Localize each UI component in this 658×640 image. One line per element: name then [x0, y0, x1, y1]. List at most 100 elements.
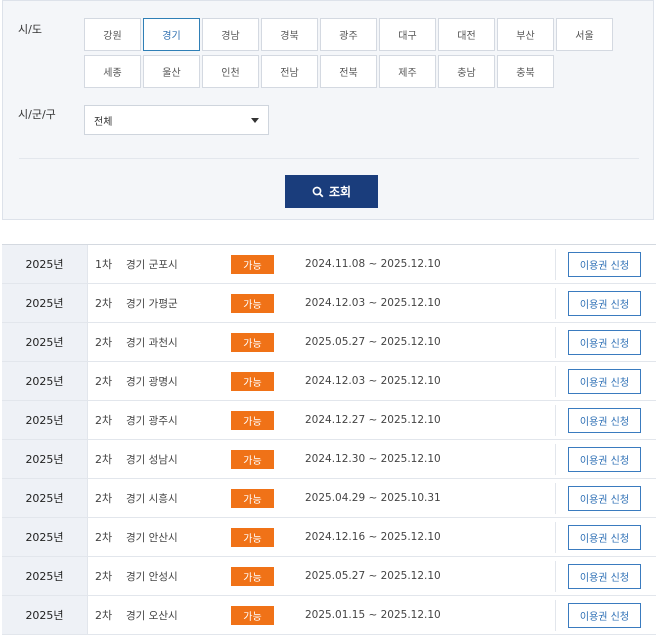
filter-panel: 시/도 강원 경기 경남 경북 광주 대구 대전 부산 서울 세종 울산 인천 전남 전북 제주 충남 충북 시… — [2, 0, 654, 220]
region-cell: 경기 시흥시 — [126, 492, 178, 505]
year-cell: 2025년 — [2, 479, 88, 517]
table-row: 2025년 2차 경기 광주시 가능 2024.12.27 ~ 2025.12.10 이용… — [2, 401, 656, 440]
round-cell: 2차 — [95, 609, 113, 622]
province-button[interactable]: 강원 — [84, 18, 141, 51]
year-cell: 2025년 — [2, 557, 88, 595]
status-badge: 가능 — [231, 528, 274, 547]
round-cell: 1차 — [95, 258, 113, 271]
table-row: 2025년 2차 경기 가평군 가능 2024.12.03 ~ 2025.12.10 이용… — [2, 284, 656, 323]
status-badge: 가능 — [231, 255, 274, 274]
column-divider — [555, 405, 556, 436]
chevron-down-icon — [251, 118, 259, 123]
divider — [19, 158, 639, 159]
status-badge: 가능 — [231, 567, 274, 586]
column-divider — [555, 444, 556, 475]
year-cell: 2025년 — [2, 245, 88, 283]
round-cell: 2차 — [95, 531, 113, 544]
apply-voucher-button[interactable]: 이용권 신청 — [568, 252, 641, 277]
province-button[interactable]: 대전 — [438, 18, 495, 51]
column-divider — [555, 561, 556, 592]
province-button[interactable]: 전남 — [261, 55, 318, 88]
year-cell: 2025년 — [2, 518, 88, 556]
column-divider — [555, 249, 556, 280]
region-cell: 경기 광주시 — [126, 414, 178, 427]
province-button[interactable]: 충남 — [438, 55, 495, 88]
year-cell: 2025년 — [2, 362, 88, 400]
period-cell: 2024.11.08 ~ 2025.12.10 — [305, 258, 441, 270]
column-divider — [555, 288, 556, 319]
province-button[interactable]: 경남 — [202, 18, 259, 51]
round-cell: 2차 — [95, 336, 113, 349]
province-button[interactable]: 경북 — [261, 18, 318, 51]
table-row: 2025년 2차 경기 과천시 가능 2025.05.27 ~ 2025.12.10 이용… — [2, 323, 656, 362]
apply-voucher-button[interactable]: 이용권 신청 — [568, 525, 641, 550]
region-cell: 경기 안산시 — [126, 531, 178, 544]
year-cell: 2025년 — [2, 323, 88, 361]
apply-voucher-button[interactable]: 이용권 신청 — [568, 291, 641, 316]
province-button[interactable]: 인천 — [202, 55, 259, 88]
status-badge: 가능 — [231, 333, 274, 352]
period-cell: 2025.01.15 ~ 2025.12.10 — [305, 609, 441, 621]
district-select[interactable]: 전체 — [84, 105, 269, 135]
province-button[interactable]: 부산 — [497, 18, 554, 51]
region-cell: 경기 오산시 — [126, 609, 178, 622]
period-cell: 2024.12.03 ~ 2025.12.10 — [305, 297, 441, 309]
search-icon — [312, 186, 324, 197]
column-divider — [555, 366, 556, 397]
region-cell: 경기 안성시 — [126, 570, 178, 583]
apply-voucher-button[interactable]: 이용권 신청 — [568, 330, 641, 355]
province-row: 강원 경기 경남 경북 광주 대구 대전 부산 서울 — [84, 18, 620, 53]
district-label: 시/군/구 — [18, 108, 56, 121]
region-cell: 경기 광명시 — [126, 375, 178, 388]
apply-voucher-button[interactable]: 이용권 신청 — [568, 447, 641, 472]
apply-voucher-button[interactable]: 이용권 신청 — [568, 564, 641, 589]
year-cell: 2025년 — [2, 440, 88, 478]
region-cell: 경기 가평군 — [126, 297, 178, 310]
province-button[interactable]: 울산 — [143, 55, 200, 88]
province-button[interactable]: 세종 — [84, 55, 141, 88]
apply-voucher-button[interactable]: 이용권 신청 — [568, 603, 641, 628]
search-button[interactable]: 조회 — [285, 175, 378, 208]
apply-voucher-button[interactable]: 이용권 신청 — [568, 369, 641, 394]
year-cell: 2025년 — [2, 284, 88, 322]
province-label: 시/도 — [18, 23, 42, 36]
column-divider — [555, 483, 556, 514]
province-button[interactable]: 광주 — [320, 18, 377, 51]
region-cell: 경기 성남시 — [126, 453, 178, 466]
table-row: 2025년 2차 경기 시흥시 가능 2025.04.29 ~ 2025.10.31 이용… — [2, 479, 656, 518]
status-badge: 가능 — [231, 372, 274, 391]
status-badge: 가능 — [231, 294, 274, 313]
result-table: 2025년 1차 경기 군포시 가능 2024.11.08 ~ 2025.12.10 이용… — [2, 244, 656, 635]
province-row: 세종 울산 인천 전남 전북 제주 충남 충북 — [84, 55, 620, 90]
apply-voucher-button[interactable]: 이용권 신청 — [568, 408, 641, 433]
period-cell: 2024.12.16 ~ 2025.12.10 — [305, 531, 441, 543]
period-cell: 2024.12.30 ~ 2025.12.10 — [305, 453, 441, 465]
round-cell: 2차 — [95, 297, 113, 310]
province-button[interactable]: 대구 — [379, 18, 436, 51]
province-button[interactable]: 경기 — [143, 18, 200, 51]
column-divider — [555, 522, 556, 553]
round-cell: 2차 — [95, 492, 113, 505]
region-cell: 경기 과천시 — [126, 336, 178, 349]
table-row: 2025년 2차 경기 안산시 가능 2024.12.16 ~ 2025.12.10 이용… — [2, 518, 656, 557]
apply-voucher-button[interactable]: 이용권 신청 — [568, 486, 641, 511]
round-cell: 2차 — [95, 414, 113, 427]
status-badge: 가능 — [231, 411, 274, 430]
status-badge: 가능 — [231, 606, 274, 625]
year-cell: 2025년 — [2, 596, 88, 634]
period-cell: 2024.12.27 ~ 2025.12.10 — [305, 414, 441, 426]
province-button[interactable]: 제주 — [379, 55, 436, 88]
year-cell: 2025년 — [2, 401, 88, 439]
province-button[interactable]: 전북 — [320, 55, 377, 88]
table-row: 2025년 2차 경기 성남시 가능 2024.12.30 ~ 2025.12.10 이용… — [2, 440, 656, 479]
province-button[interactable]: 충북 — [497, 55, 554, 88]
province-button[interactable]: 서울 — [556, 18, 613, 51]
district-select-value: 전체 — [94, 116, 113, 128]
region-cell: 경기 군포시 — [126, 258, 178, 271]
round-cell: 2차 — [95, 375, 113, 388]
table-row: 2025년 1차 경기 군포시 가능 2024.11.08 ~ 2025.12.10 이용… — [2, 245, 656, 284]
column-divider — [555, 327, 556, 358]
status-badge: 가능 — [231, 450, 274, 469]
period-cell: 2025.04.29 ~ 2025.10.31 — [305, 492, 441, 504]
table-row: 2025년 2차 경기 오산시 가능 2025.01.15 ~ 2025.12.10 이용… — [2, 596, 656, 635]
